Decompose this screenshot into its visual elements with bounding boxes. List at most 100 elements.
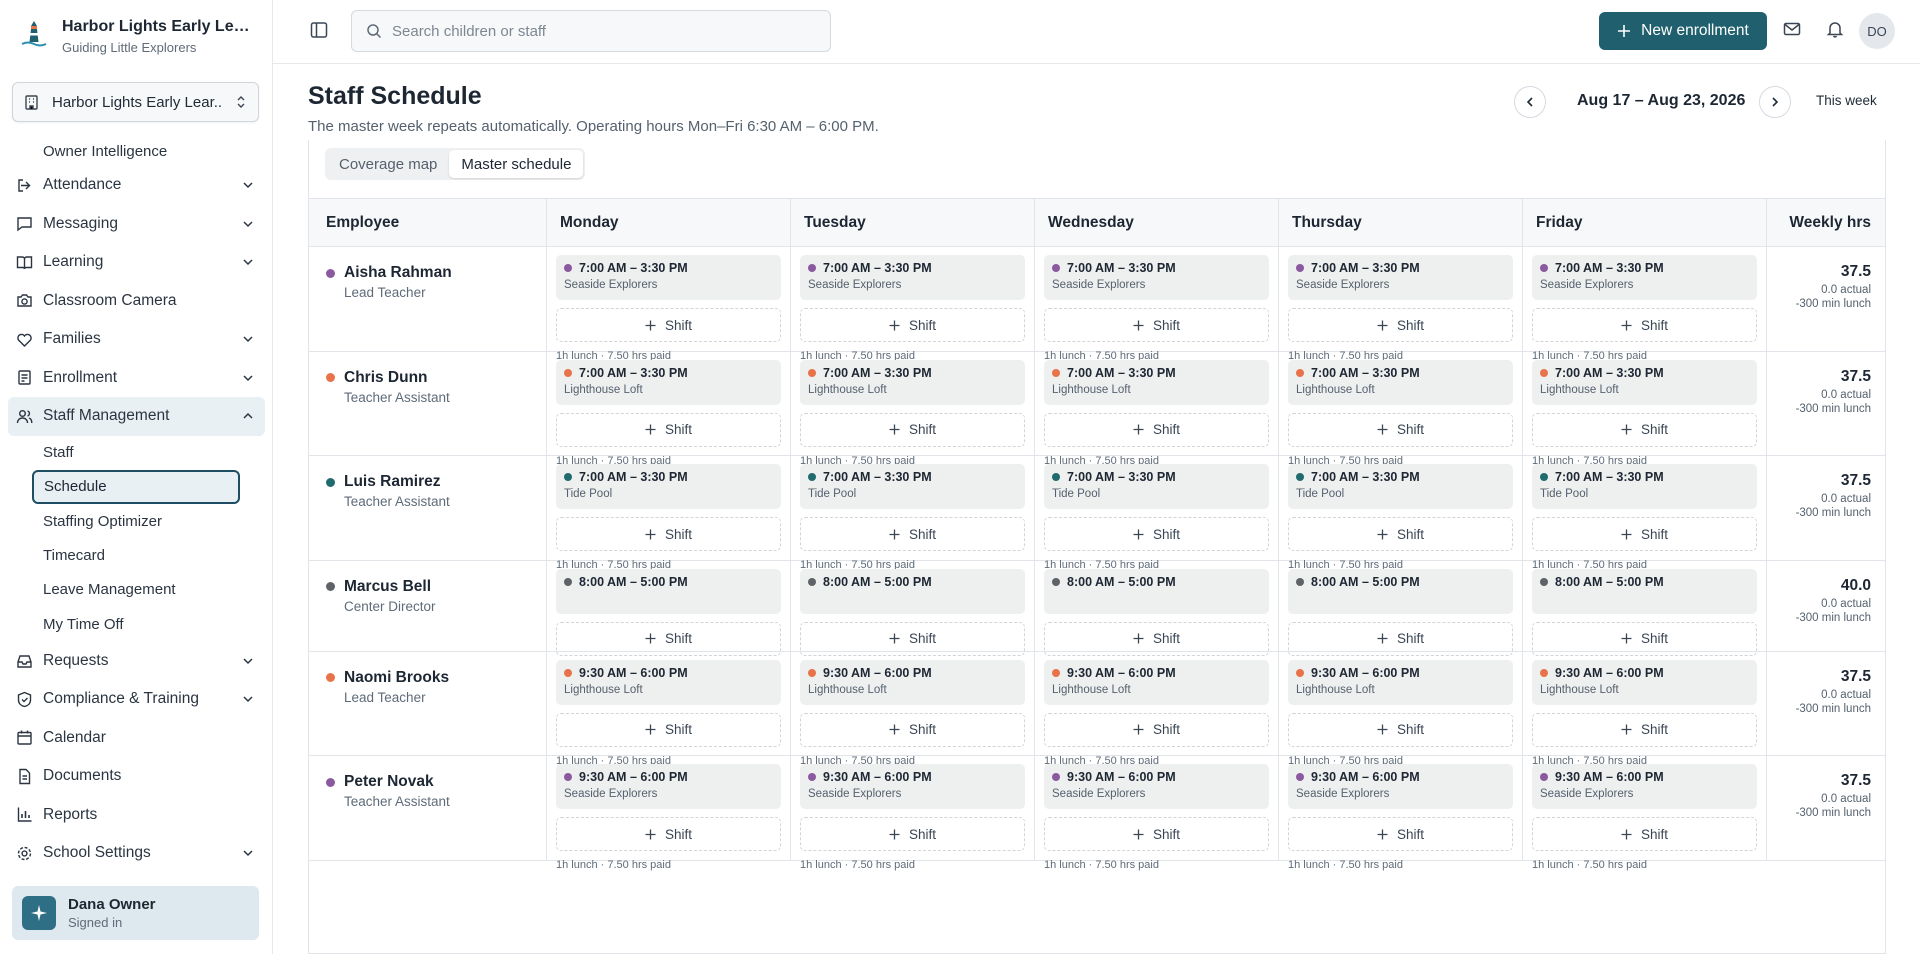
add-shift-button[interactable]: Shift: [800, 412, 1025, 447]
sidebar-item-documents[interactable]: Documents: [8, 757, 265, 796]
shift-block[interactable]: 7:00 AM – 3:30 PM Tide Pool: [800, 464, 1025, 509]
shift-block[interactable]: 9:30 AM – 6:00 PM Lighthouse Loft: [556, 659, 781, 705]
shift-block[interactable]: 7:00 AM – 3:30 PM Lighthouse Loft: [1044, 359, 1269, 405]
sidebar-item-learning[interactable]: Learning: [8, 243, 265, 282]
next-week-button[interactable]: [1759, 86, 1791, 118]
tab-coverage-map[interactable]: Coverage map: [327, 150, 449, 178]
add-shift-button[interactable]: Shift: [1044, 817, 1269, 851]
add-shift-button[interactable]: Shift: [556, 517, 781, 551]
shift-block[interactable]: 8:00 AM – 5:00 PM: [1288, 568, 1513, 614]
shift-block[interactable]: 7:00 AM – 3:30 PM Lighthouse Loft: [1532, 359, 1757, 405]
add-shift-button[interactable]: Shift: [1532, 817, 1757, 851]
shift-block[interactable]: 7:00 AM – 3:30 PM Lighthouse Loft: [1288, 359, 1513, 405]
shift-block[interactable]: 7:00 AM – 3:30 PM Tide Pool: [1288, 464, 1513, 509]
shift-block[interactable]: 7:00 AM – 3:30 PM Seaside Explorers: [556, 255, 781, 300]
shift-block[interactable]: 7:00 AM – 3:30 PM Tide Pool: [1532, 464, 1757, 509]
sidebar-item-families[interactable]: Families: [8, 320, 265, 359]
add-shift-button[interactable]: Shift: [1044, 712, 1269, 747]
add-shift-button[interactable]: Shift: [556, 308, 781, 342]
sidebar-item-messaging[interactable]: Messaging: [8, 205, 265, 244]
add-shift-button[interactable]: Shift: [1288, 308, 1513, 342]
shift-block[interactable]: 7:00 AM – 3:30 PM Seaside Explorers: [1044, 255, 1269, 300]
add-shift-button[interactable]: Shift: [1288, 412, 1513, 447]
user-card[interactable]: Dana Owner Signed in: [12, 886, 259, 940]
add-shift-button[interactable]: Shift: [1044, 412, 1269, 447]
sidebar-subitem-staffing-optimizer[interactable]: Staffing Optimizer: [8, 504, 265, 538]
school-selector[interactable]: Harbor Lights Early Lear...: [12, 82, 259, 122]
add-shift-button[interactable]: Shift: [800, 517, 1025, 551]
add-shift-button[interactable]: Shift: [1044, 621, 1269, 656]
this-week-button[interactable]: This week: [1816, 93, 1877, 108]
employee-name[interactable]: Luis Ramirez: [344, 473, 440, 491]
shift-block[interactable]: 7:00 AM – 3:30 PM Lighthouse Loft: [556, 359, 781, 405]
add-shift-button[interactable]: Shift: [1532, 621, 1757, 656]
search-bar[interactable]: [351, 10, 831, 52]
sidebar-item-attendance[interactable]: Attendance: [8, 166, 265, 205]
shift-block[interactable]: 9:30 AM – 6:00 PM Lighthouse Loft: [1532, 659, 1757, 705]
add-shift-button[interactable]: Shift: [1288, 517, 1513, 551]
shift-block[interactable]: 9:30 AM – 6:00 PM Seaside Explorers: [1532, 764, 1757, 809]
add-shift-button[interactable]: Shift: [800, 621, 1025, 656]
sidebar-item-classroom-camera[interactable]: Classroom Camera: [8, 282, 265, 321]
brand[interactable]: Harbor Lights Early Learn... Guiding Lit…: [20, 18, 252, 55]
add-shift-button[interactable]: Shift: [556, 412, 781, 447]
employee-name[interactable]: Chris Dunn: [344, 369, 428, 387]
add-shift-button[interactable]: Shift: [556, 621, 781, 656]
sidebar-toggle-icon[interactable]: [310, 21, 328, 39]
sidebar-item-requests[interactable]: Requests: [8, 641, 265, 680]
shift-block[interactable]: 9:30 AM – 6:00 PM Lighthouse Loft: [1044, 659, 1269, 705]
add-shift-button[interactable]: Shift: [1532, 712, 1757, 747]
sidebar-item-school-settings[interactable]: School Settings: [8, 834, 265, 873]
shift-block[interactable]: 9:30 AM – 6:00 PM Lighthouse Loft: [1288, 659, 1513, 705]
add-shift-button[interactable]: Shift: [1532, 517, 1757, 551]
shift-block[interactable]: 7:00 AM – 3:30 PM Lighthouse Loft: [800, 359, 1025, 405]
sidebar-item-owner-intelligence[interactable]: Owner Intelligence: [8, 136, 265, 166]
shift-block[interactable]: 9:30 AM – 6:00 PM Seaside Explorers: [800, 764, 1025, 809]
shift-block[interactable]: 9:30 AM – 6:00 PM Seaside Explorers: [1288, 764, 1513, 809]
add-shift-button[interactable]: Shift: [1044, 308, 1269, 342]
shift-block[interactable]: 7:00 AM – 3:30 PM Seaside Explorers: [800, 255, 1025, 300]
employee-name[interactable]: Naomi Brooks: [344, 669, 449, 687]
mail-icon[interactable]: [1783, 20, 1801, 38]
shift-block[interactable]: 8:00 AM – 5:00 PM: [1532, 568, 1757, 614]
employee-name[interactable]: Peter Novak: [344, 773, 434, 791]
tab-master-schedule[interactable]: Master schedule: [449, 150, 584, 178]
add-shift-button[interactable]: Shift: [800, 308, 1025, 342]
add-shift-button[interactable]: Shift: [556, 712, 781, 747]
new-enrollment-button[interactable]: New enrollment: [1599, 12, 1767, 50]
add-shift-button[interactable]: Shift: [1044, 517, 1269, 551]
sidebar-subitem-my-time-off[interactable]: My Time Off: [8, 607, 265, 641]
shift-block[interactable]: 8:00 AM – 5:00 PM: [800, 568, 1025, 614]
shift-block[interactable]: 7:00 AM – 3:30 PM Seaside Explorers: [1532, 255, 1757, 300]
sidebar-subitem-staff[interactable]: Staff: [8, 436, 265, 470]
shift-block[interactable]: 8:00 AM – 5:00 PM: [556, 568, 781, 614]
add-shift-button[interactable]: Shift: [1532, 308, 1757, 342]
add-shift-button[interactable]: Shift: [556, 817, 781, 851]
sidebar-subitem-schedule[interactable]: Schedule: [32, 469, 240, 505]
previous-week-button[interactable]: [1514, 86, 1546, 118]
employee-name[interactable]: Aisha Rahman: [344, 264, 452, 282]
shift-block[interactable]: 7:00 AM – 3:30 PM Tide Pool: [1044, 464, 1269, 509]
employee-name[interactable]: Marcus Bell: [344, 578, 431, 596]
add-shift-button[interactable]: Shift: [800, 817, 1025, 851]
shift-block[interactable]: 9:30 AM – 6:00 PM Seaside Explorers: [1044, 764, 1269, 809]
sidebar-item-compliance-and-training[interactable]: Compliance & Training: [8, 680, 265, 719]
add-shift-button[interactable]: Shift: [1288, 621, 1513, 656]
add-shift-button[interactable]: Shift: [1532, 412, 1757, 447]
sidebar-subitem-timecard[interactable]: Timecard: [8, 538, 265, 572]
sidebar-item-staff-management[interactable]: Staff Management: [8, 397, 265, 436]
shift-block[interactable]: 8:00 AM – 5:00 PM: [1044, 568, 1269, 614]
shift-block[interactable]: 9:30 AM – 6:00 PM Lighthouse Loft: [800, 659, 1025, 705]
bell-icon[interactable]: [1826, 20, 1844, 38]
user-avatar[interactable]: DO: [1859, 13, 1895, 49]
add-shift-button[interactable]: Shift: [1288, 817, 1513, 851]
sidebar-item-reports[interactable]: Reports: [8, 795, 265, 834]
sidebar-subitem-leave-management[interactable]: Leave Management: [8, 573, 265, 607]
add-shift-button[interactable]: Shift: [800, 712, 1025, 747]
shift-block[interactable]: 7:00 AM – 3:30 PM Tide Pool: [556, 464, 781, 509]
sidebar-item-enrollment[interactable]: Enrollment: [8, 359, 265, 398]
shift-block[interactable]: 9:30 AM – 6:00 PM Seaside Explorers: [556, 764, 781, 809]
shift-block[interactable]: 7:00 AM – 3:30 PM Seaside Explorers: [1288, 255, 1513, 300]
search-input[interactable]: [392, 22, 816, 40]
sidebar-item-calendar[interactable]: Calendar: [8, 718, 265, 757]
